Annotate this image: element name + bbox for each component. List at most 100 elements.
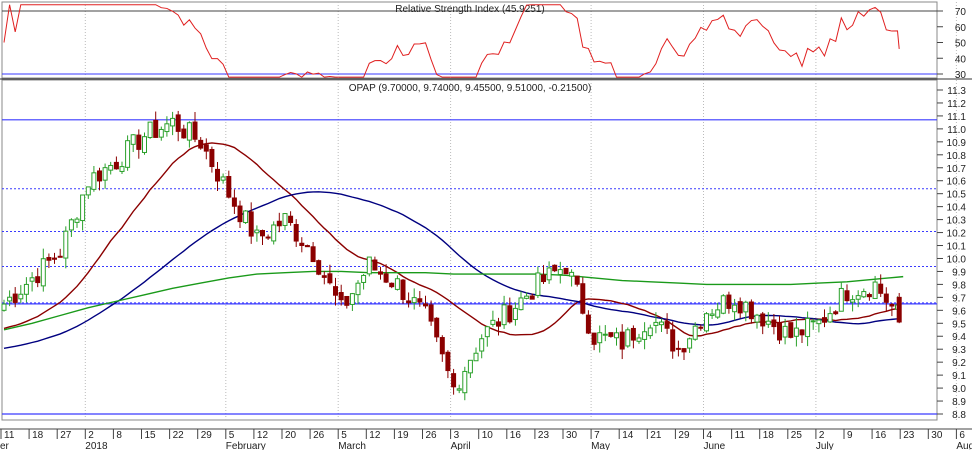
candle-body: [546, 267, 552, 281]
x-tick-label: 14: [622, 430, 634, 441]
candle-body: [490, 319, 496, 325]
candle-body: [91, 172, 97, 190]
candle-body: [158, 128, 164, 138]
candle-body: [338, 292, 344, 301]
x-tick-label: 29: [201, 430, 213, 441]
candle-body: [417, 298, 423, 303]
candle-body: [896, 296, 902, 323]
candle-body: [130, 134, 136, 145]
candle-body: [827, 313, 833, 323]
price-tick-label: 9.6: [952, 306, 966, 317]
x-tick-label: 30: [931, 430, 943, 441]
candle-body: [136, 134, 142, 150]
candle-body: [344, 295, 350, 306]
candle-body: [552, 264, 558, 272]
candle-body: [243, 210, 249, 224]
candle-body: [866, 294, 872, 298]
candle-body: [12, 293, 18, 303]
candle-body: [838, 287, 844, 312]
candle-body: [636, 337, 642, 342]
candle-body: [793, 327, 799, 337]
x-tick-label: 23: [903, 430, 915, 441]
price-tick-label: 8.9: [952, 397, 966, 408]
candle-body: [496, 321, 501, 327]
price-tick-label: 9.0: [952, 384, 966, 395]
candle-body: [7, 296, 13, 302]
candle-body: [535, 272, 541, 296]
candle-body: [861, 291, 867, 298]
candle-body: [23, 283, 29, 295]
candle-body: [715, 309, 721, 318]
candle-body: [113, 161, 119, 170]
rsi-tick-label: 50: [955, 39, 967, 50]
x-tick-label: 11: [735, 430, 746, 441]
candle-body: [434, 317, 440, 338]
x-tick-label: 3: [454, 430, 460, 441]
candle-body: [271, 224, 277, 242]
candle-body: [777, 322, 782, 341]
price-tick-label: 11.1: [947, 112, 966, 123]
candle-body: [125, 140, 131, 168]
candle-body: [642, 331, 648, 340]
candle-body: [265, 236, 271, 239]
x-tick-label: 2: [819, 430, 825, 441]
candle-body: [153, 119, 159, 138]
candle-body: [732, 304, 738, 313]
x-tick-label: 4: [707, 430, 713, 441]
candle-body: [383, 273, 389, 283]
price-tick-label: 9.7: [952, 293, 966, 304]
x-tick-label: 19: [397, 430, 409, 441]
candle-body: [439, 337, 445, 355]
candle-body: [400, 279, 406, 300]
candle-body: [40, 258, 46, 287]
candle-body: [574, 275, 580, 285]
candle-body: [602, 333, 608, 336]
candle-body: [63, 230, 69, 259]
candle-body: [68, 219, 74, 231]
candle-body: [394, 278, 400, 290]
candle-body: [844, 290, 850, 302]
rsi-tick-label: 40: [955, 54, 967, 65]
candle-body: [321, 275, 327, 278]
candle-body: [248, 211, 254, 237]
candle-body: [591, 332, 597, 345]
candle-body: [406, 300, 412, 304]
candle-body: [484, 326, 490, 338]
candle-body: [119, 166, 125, 172]
candle-body: [215, 168, 220, 182]
candle-body: [754, 314, 760, 323]
candle-body: [507, 305, 513, 323]
candle-body: [748, 301, 754, 320]
candle-body: [597, 332, 603, 344]
candle-body: [816, 319, 822, 325]
candle-body: [664, 321, 670, 329]
candle-body: [771, 319, 777, 328]
candle-body: [501, 304, 507, 326]
x-tick-label: 9: [847, 430, 853, 441]
candle-body: [327, 273, 333, 284]
chart-svg: Relative Strength Index (45.9251) 7060504…: [0, 1, 972, 450]
candle-body: [203, 144, 209, 152]
price-tick-label: 9.1: [952, 371, 966, 382]
candle-body: [692, 325, 698, 340]
x-tick-label: 18: [32, 430, 44, 441]
candle-body: [608, 332, 614, 337]
candle-body: [237, 205, 243, 223]
x-tick-label: 26: [313, 430, 325, 441]
candle-body: [254, 229, 260, 234]
month-label: March: [338, 441, 366, 450]
candle-body: [563, 267, 569, 275]
x-tick-label: 5: [229, 430, 235, 441]
price-tick-label: 9.3: [952, 345, 966, 356]
rsi-tick-label: 70: [955, 7, 967, 18]
candle-body: [1, 303, 7, 311]
candle-body: [293, 224, 299, 242]
x-tick-label: 16: [510, 430, 522, 441]
candle-body: [108, 164, 114, 171]
rsi-tick-label: 60: [955, 23, 967, 34]
candle-body: [709, 313, 715, 316]
x-tick-label: 30: [566, 430, 578, 441]
price-tick-label: 9.9: [952, 267, 966, 278]
candle-body: [260, 230, 265, 237]
price-tick-label: 10.2: [947, 229, 967, 240]
